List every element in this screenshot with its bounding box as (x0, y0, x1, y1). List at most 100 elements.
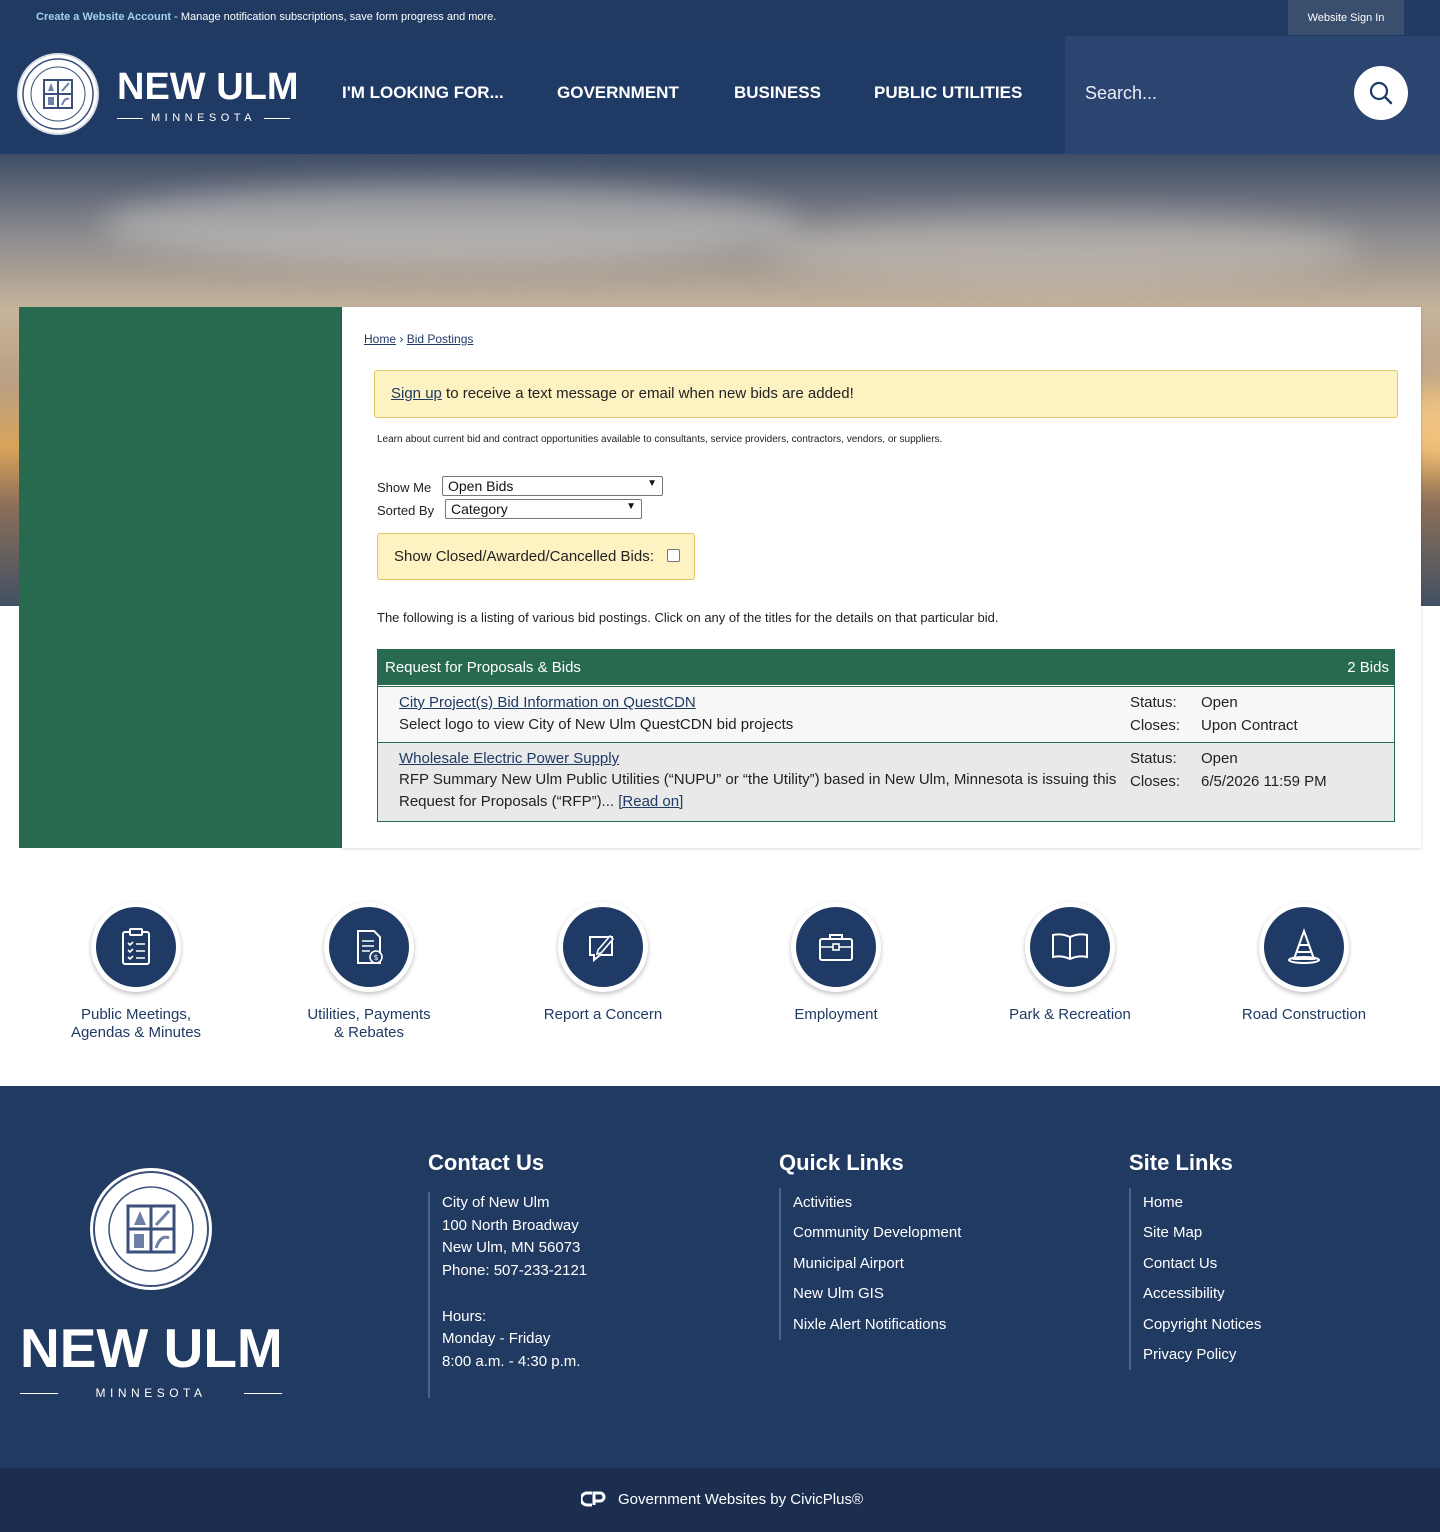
nav-government[interactable]: GOVERNMENT (557, 83, 679, 103)
footer-heading: Contact Us (428, 1150, 545, 1175)
footer-site-subtitle: MINNESOTA (20, 1386, 283, 1400)
footer-link[interactable]: Activities (793, 1188, 1079, 1218)
top-bar: Create a Website Account - Manage notifi… (0, 0, 1440, 36)
category-title: Request for Proposals & Bids (385, 659, 581, 676)
site-subtitle: MINNESOTA (117, 112, 291, 124)
quicklink-label: Park & Recreation (1009, 1006, 1131, 1023)
sorted-by-select[interactable]: Category ▼ (445, 499, 642, 519)
contact-line: City of New Ulm (442, 1194, 550, 1211)
breadcrumb: Home › Bid Postings (364, 332, 473, 346)
show-me-label: Show Me (377, 480, 432, 495)
site-header: NEW ULM MINNESOTA I'M LOOKING FOR... GOV… (0, 36, 1440, 154)
cloud (100, 184, 800, 264)
city-seal-logo[interactable] (17, 53, 99, 135)
briefcase-icon (819, 934, 853, 961)
civicplus-logo-icon[interactable] (579, 1490, 607, 1512)
footer-link[interactable]: Accessibility (1143, 1279, 1379, 1309)
status-label: Status: (1130, 750, 1177, 767)
search-placeholder: Search... (1085, 83, 1158, 103)
closes-label: Closes: (1130, 773, 1181, 790)
footer-link[interactable]: Municipal Airport (793, 1249, 1079, 1279)
quicklink-employment[interactable]: Employment (719, 902, 953, 1024)
footer-link[interactable]: Site Map (1143, 1218, 1379, 1248)
footer-site-title[interactable]: NEW ULM (20, 1316, 283, 1380)
footer-link[interactable]: Home (1143, 1188, 1379, 1218)
status-label: Status: (1130, 694, 1177, 711)
site-title[interactable]: NEW ULM (117, 66, 299, 109)
footer-city-seal (90, 1168, 212, 1290)
cloud (760, 214, 1360, 284)
traffic-cone-icon (1288, 928, 1320, 964)
contact-line: 8:00 a.m. - 4:30 p.m. (442, 1352, 581, 1370)
breadcrumb-home[interactable]: Home (364, 332, 396, 346)
main-content: Home › Bid Postings Sign up to receive a… (342, 307, 1421, 848)
bid-category-header: Request for Proposals & Bids 2 Bids (378, 650, 1394, 685)
footer-link[interactable]: New Ulm GIS (793, 1279, 1079, 1309)
show-closed-box: Show Closed/Awarded/Cancelled Bids: (377, 533, 695, 580)
footer-link[interactable]: Privacy Policy (1143, 1340, 1379, 1370)
table-row: City Project(s) Bid Information on Quest… (378, 686, 1394, 743)
nav-public-utilities[interactable]: PUBLIC UTILITIES (874, 83, 1022, 103)
clipboard-checklist-icon (122, 928, 150, 965)
bid-title-link[interactable]: Wholesale Electric Power Supply (399, 750, 619, 767)
sorted-by-label: Sorted By (377, 503, 435, 518)
bid-table: Request for Proposals & Bids 2 Bids City… (377, 649, 1395, 822)
svg-text:$: $ (373, 953, 378, 962)
search-input[interactable]: Search... (1065, 36, 1440, 154)
quicklink-park-recreation[interactable]: Park & Recreation (953, 902, 1187, 1024)
bid-count: 2 Bids (1347, 659, 1389, 676)
search-icon (1369, 81, 1393, 105)
contact-line (442, 1283, 728, 1306)
intro-text: Learn about current bid and contract opp… (377, 434, 943, 445)
closes-value: 6/5/2026 11:59 PM (1201, 773, 1327, 790)
quicklink-report-concern[interactable]: Report a Concern (486, 902, 720, 1024)
chevron-down-icon: ▼ (647, 478, 657, 489)
footer-link[interactable]: Copyright Notices (1143, 1310, 1379, 1340)
quicklink-utilities-payments[interactable]: $ Utilities, Payments & Rebates (252, 902, 486, 1042)
table-row: Wholesale Electric Power Supply RFP Summ… (378, 743, 1394, 821)
quicklink-label: Public Meetings, (80, 1006, 192, 1023)
quicklink-road-construction[interactable]: Road Construction (1187, 902, 1421, 1024)
footer-quick-links: Quick Links Activities Community Develop… (779, 1150, 961, 1341)
site-footer: NEW ULM MINNESOTA Contact Us City of New… (0, 1086, 1440, 1468)
listing-text: The following is a listing of various bi… (377, 610, 999, 625)
divider-line (117, 117, 143, 119)
search-button[interactable] (1354, 66, 1408, 120)
contact-line: Hours: (442, 1307, 487, 1325)
footer-heading: Site Links (1129, 1150, 1233, 1175)
quicklink-label: Road Construction (1241, 1006, 1367, 1023)
bid-description: Select logo to view City of New Ulm Ques… (399, 716, 794, 733)
quicklink-label: Report a Concern (543, 1006, 663, 1023)
contact-line: New Ulm, MN 56073 (442, 1239, 581, 1257)
quicklink-public-meetings[interactable]: Public Meetings, Agendas & Minutes (19, 902, 253, 1042)
closes-label: Closes: (1130, 717, 1181, 734)
nav-im-looking-for[interactable]: I'M LOOKING FOR... (342, 83, 504, 103)
footer-link[interactable]: Community Development (793, 1218, 1079, 1248)
civicplus-credit-link[interactable]: Government Websites by CivicPlus® (618, 1491, 863, 1508)
sign-in-button[interactable]: Website Sign In (1288, 0, 1404, 35)
bid-title-link[interactable]: City Project(s) Bid Information on Quest… (399, 694, 696, 711)
nav-business[interactable]: BUSINESS (734, 83, 821, 103)
seal-icon (22, 58, 94, 130)
civicplus-credit-bar: Government Websites by CivicPlus® (0, 1468, 1440, 1532)
bid-description: RFP Summary New Ulm Public Utilities (“N… (399, 771, 1117, 810)
show-closed-label: Show Closed/Awarded/Cancelled Bids: (394, 548, 654, 565)
footer-link[interactable]: Nixle Alert Notifications (793, 1310, 1079, 1340)
contact-line: Phone: 507-233-2121 (442, 1262, 588, 1280)
signup-alert: Sign up to receive a text message or ema… (374, 370, 1398, 418)
breadcrumb-bid-postings[interactable]: Bid Postings (407, 332, 474, 346)
create-account-link[interactable]: Create a Website Account (36, 11, 171, 23)
read-on-link[interactable]: [Read on] (618, 793, 683, 810)
show-closed-checkbox[interactable] (667, 549, 680, 562)
closes-value: Upon Contract (1201, 717, 1298, 734)
status-value: Open (1201, 694, 1238, 711)
show-me-select[interactable]: Open Bids ▼ (442, 476, 663, 496)
seal-icon (93, 1171, 209, 1287)
footer-link[interactable]: Contact Us (1143, 1249, 1379, 1279)
open-book-icon (1052, 933, 1088, 961)
quicklink-label: Utilities, Payments (307, 1006, 431, 1023)
status-value: Open (1201, 750, 1238, 767)
signup-link[interactable]: Sign up (391, 385, 442, 402)
chevron-down-icon: ▼ (626, 501, 636, 512)
quicklink-label: Agendas & Minutes (70, 1024, 202, 1041)
